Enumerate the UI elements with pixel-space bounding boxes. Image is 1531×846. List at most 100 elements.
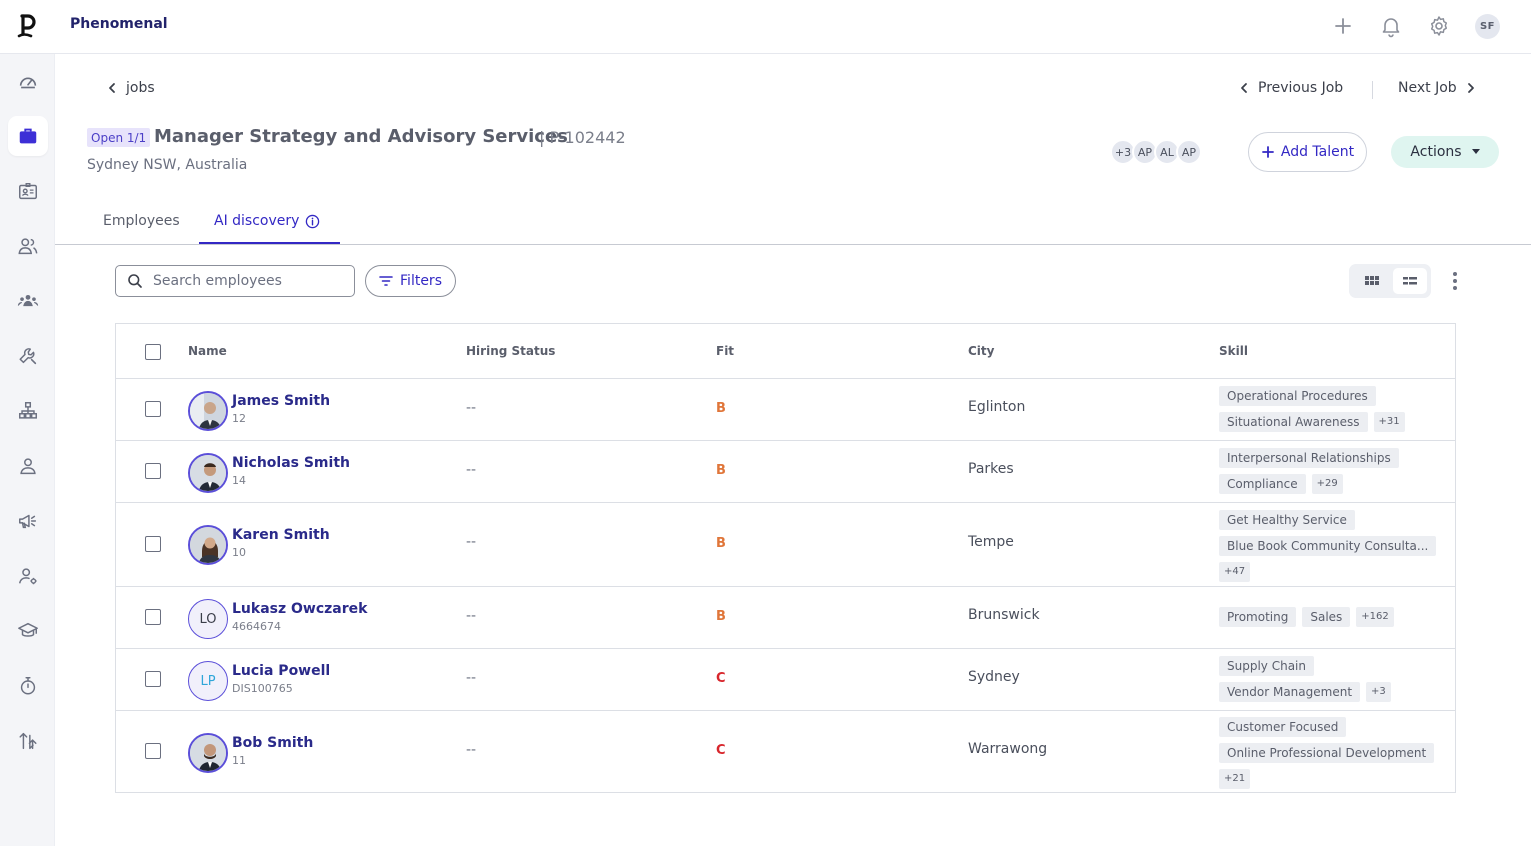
tab-label: Employees [103, 213, 180, 229]
row-checkbox[interactable] [145, 743, 161, 759]
more-skills-badge[interactable]: +21 [1219, 769, 1251, 789]
plus-icon [1261, 146, 1274, 158]
plus-icon[interactable] [1331, 14, 1355, 38]
employee-id: DIS100765 [232, 682, 293, 695]
tab-label: AI discovery [214, 213, 300, 229]
avatar[interactable] [188, 525, 228, 565]
filters-button[interactable]: Filters [365, 265, 456, 297]
team-avatar-stack[interactable]: +3 AP AL AP [1110, 139, 1202, 165]
stopwatch-icon [20, 677, 36, 695]
sidebar-item-dashboard[interactable] [8, 62, 48, 102]
sidebar-item-timer[interactable] [8, 666, 48, 706]
city: Warrawong [968, 741, 1048, 757]
briefcase-icon [19, 128, 37, 144]
table-row[interactable]: Nicholas Smith 14 -- B Parkes Interperso… [116, 440, 1455, 502]
sidebar-item-jobs[interactable] [8, 116, 48, 156]
bell-icon[interactable] [1379, 14, 1403, 38]
more-skills-badge[interactable]: +29 [1311, 474, 1343, 494]
hiring-status: -- [466, 400, 477, 416]
column-header-fit[interactable]: Fit [716, 344, 734, 358]
table-row[interactable]: LP Lucia Powell DIS100765 -- C Sydney Su… [116, 648, 1455, 710]
employee-name-link[interactable]: Lucia Powell [232, 663, 330, 679]
sidebar-item-people[interactable] [8, 226, 48, 266]
employees-table: Name Hiring Status Fit City Skill James … [115, 323, 1456, 793]
more-options-icon[interactable] [1446, 270, 1464, 292]
row-checkbox[interactable] [145, 463, 161, 479]
avatar[interactable]: LO [188, 599, 228, 639]
select-all-checkbox[interactable] [145, 344, 161, 360]
more-skills-badge[interactable]: +31 [1373, 412, 1405, 432]
row-checkbox[interactable] [145, 671, 161, 687]
hiring-status: -- [466, 742, 477, 758]
sidebar-item-user-admin[interactable] [8, 556, 48, 596]
more-skills-badge[interactable]: +162 [1356, 607, 1394, 627]
tab-employees[interactable]: Employees [103, 213, 180, 229]
table-row[interactable]: LO Lukasz Owczarek 4664674 -- B Brunswic… [116, 586, 1455, 648]
avatar[interactable]: LP [188, 661, 228, 701]
logo-icon[interactable] [15, 12, 41, 40]
employee-name-link[interactable]: James Smith [232, 393, 330, 409]
gear-icon[interactable] [1427, 14, 1451, 38]
column-header-skill[interactable]: Skill [1219, 344, 1248, 358]
sidebar-item-campaigns[interactable] [8, 501, 48, 541]
grid-view-button[interactable] [1355, 268, 1389, 294]
more-skills-badge[interactable]: +3 [1366, 682, 1391, 702]
employee-name-link[interactable]: Bob Smith [232, 735, 313, 751]
list-view-button[interactable] [1393, 268, 1427, 294]
next-job-label: Next Job [1398, 80, 1457, 96]
skill-chip: Situational Awareness [1219, 412, 1368, 432]
person-icon [20, 458, 36, 475]
sidebar-item-org[interactable] [8, 391, 48, 431]
row-checkbox[interactable] [145, 401, 161, 417]
add-talent-button[interactable]: Add Talent [1248, 132, 1367, 172]
previous-job-button[interactable]: Previous Job [1238, 80, 1343, 96]
sidebar-item-sort[interactable] [8, 721, 48, 761]
fit-grade: B [716, 536, 726, 551]
sidebar-item-teams[interactable] [8, 281, 48, 321]
job-title: Manager Strategy and Advisory Services [154, 126, 568, 147]
column-header-city[interactable]: City [968, 344, 994, 358]
table-row[interactable]: Bob Smith 11 -- C Warrawong Customer Foc… [116, 710, 1455, 792]
info-icon[interactable] [305, 214, 320, 229]
table-row[interactable]: Karen Smith 10 -- B Tempe Get Healthy Se… [116, 502, 1455, 586]
actions-dropdown[interactable]: Actions [1391, 136, 1499, 168]
employee-name-link[interactable]: Nicholas Smith [232, 455, 350, 471]
row-checkbox[interactable] [145, 609, 161, 625]
back-label: jobs [126, 80, 155, 96]
team-avatar[interactable]: AP [1176, 139, 1202, 165]
tab-ai-discovery[interactable]: AI discovery [214, 213, 320, 229]
city: Tempe [968, 534, 1014, 550]
back-to-jobs-link[interactable]: jobs [106, 80, 155, 96]
city: Eglinton [968, 399, 1026, 415]
sidebar-item-person[interactable] [8, 446, 48, 486]
previous-job-label: Previous Job [1258, 80, 1344, 96]
table-row[interactable]: James Smith 12 -- B Eglinton Operational… [116, 378, 1455, 440]
avatar[interactable] [188, 453, 228, 493]
search-box[interactable] [115, 265, 355, 297]
user-avatar[interactable]: SF [1475, 14, 1500, 39]
actions-label: Actions [1410, 144, 1462, 160]
employee-name-link[interactable]: Lukasz Owczarek [232, 601, 367, 617]
next-job-button[interactable]: Next Job [1398, 80, 1477, 96]
sidebar-item-tools[interactable] [8, 336, 48, 376]
employee-name-link[interactable]: Karen Smith [232, 527, 330, 543]
city: Sydney [968, 669, 1020, 685]
brand-name: Phenomenal [70, 16, 168, 32]
skill-list: Supply Chain Vendor Management +3 [1219, 656, 1449, 702]
column-header-name[interactable]: Name [188, 344, 227, 358]
more-skills-badge[interactable]: +47 [1219, 562, 1251, 582]
row-checkbox[interactable] [145, 536, 161, 552]
hiring-status: -- [466, 608, 477, 624]
avatar[interactable] [188, 391, 228, 431]
column-header-hiring-status[interactable]: Hiring Status [466, 344, 555, 358]
chevron-left-icon [109, 83, 115, 93]
skill-list: Get Healthy Service Blue Book Community … [1219, 510, 1449, 582]
sort-arrows-icon [19, 732, 37, 750]
avatar[interactable] [188, 733, 228, 773]
skill-chip: Compliance [1219, 474, 1306, 494]
sidebar-item-learning[interactable] [8, 611, 48, 651]
sidebar-item-profiles[interactable] [8, 171, 48, 211]
search-input[interactable] [153, 273, 343, 289]
skill-chip: Get Healthy Service [1219, 510, 1355, 530]
filter-icon [379, 276, 393, 286]
